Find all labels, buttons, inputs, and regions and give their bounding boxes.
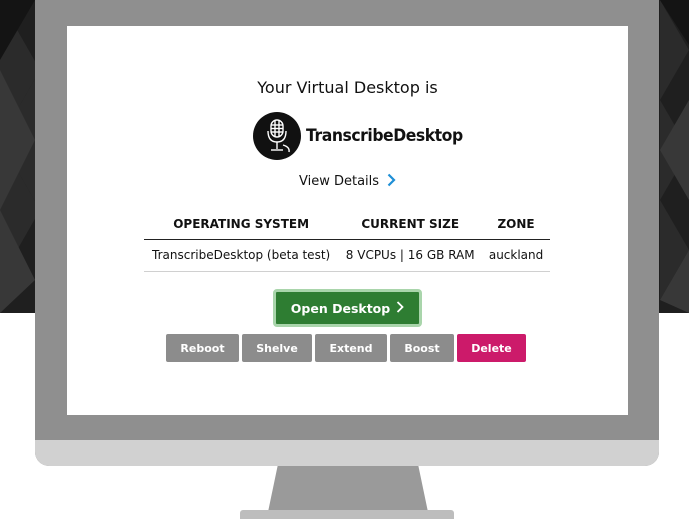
screen: Your Virtual Desktop is TranscribeDeskto — [67, 26, 628, 415]
delete-button[interactable]: Delete — [457, 334, 526, 362]
shelve-button[interactable]: Shelve — [242, 334, 312, 362]
cell-current-size: 8 VCPUs | 16 GB RAM — [338, 239, 483, 272]
logo-text: TranscribeDesktop — [306, 126, 463, 146]
microphone-icon — [253, 112, 301, 160]
cell-operating-system: TranscribeDesktop (beta test) — [144, 239, 339, 272]
table-header-row: OPERATING SYSTEM CURRENT SIZE ZONE — [144, 212, 550, 240]
chevron-right-icon — [387, 173, 396, 190]
view-details-link[interactable]: View Details — [299, 173, 396, 190]
monitor-stand — [268, 466, 428, 512]
page-title: Your Virtual Desktop is — [257, 78, 438, 97]
view-details-label: View Details — [299, 174, 380, 189]
header-zone: ZONE — [482, 212, 550, 240]
reboot-button[interactable]: Reboot — [166, 334, 239, 362]
chevron-right-icon — [396, 300, 404, 316]
boost-button[interactable]: Boost — [390, 334, 454, 362]
header-operating-system: OPERATING SYSTEM — [144, 212, 339, 240]
app-logo: TranscribeDesktop — [253, 112, 476, 160]
monitor-stand-base — [240, 510, 454, 519]
open-desktop-button[interactable]: Open Desktop — [273, 289, 422, 327]
table-row: TranscribeDesktop (beta test) 8 VCPUs | … — [144, 239, 550, 272]
open-desktop-label: Open Desktop — [290, 300, 391, 316]
header-current-size: CURRENT SIZE — [338, 212, 483, 240]
extend-button[interactable]: Extend — [315, 334, 387, 362]
cell-zone: auckland — [482, 239, 550, 272]
desktop-info-table: OPERATING SYSTEM CURRENT SIZE ZONE Trans… — [144, 212, 550, 272]
action-buttons: Reboot Shelve Extend Boost Delete — [166, 334, 526, 362]
monitor-chin — [35, 440, 659, 466]
